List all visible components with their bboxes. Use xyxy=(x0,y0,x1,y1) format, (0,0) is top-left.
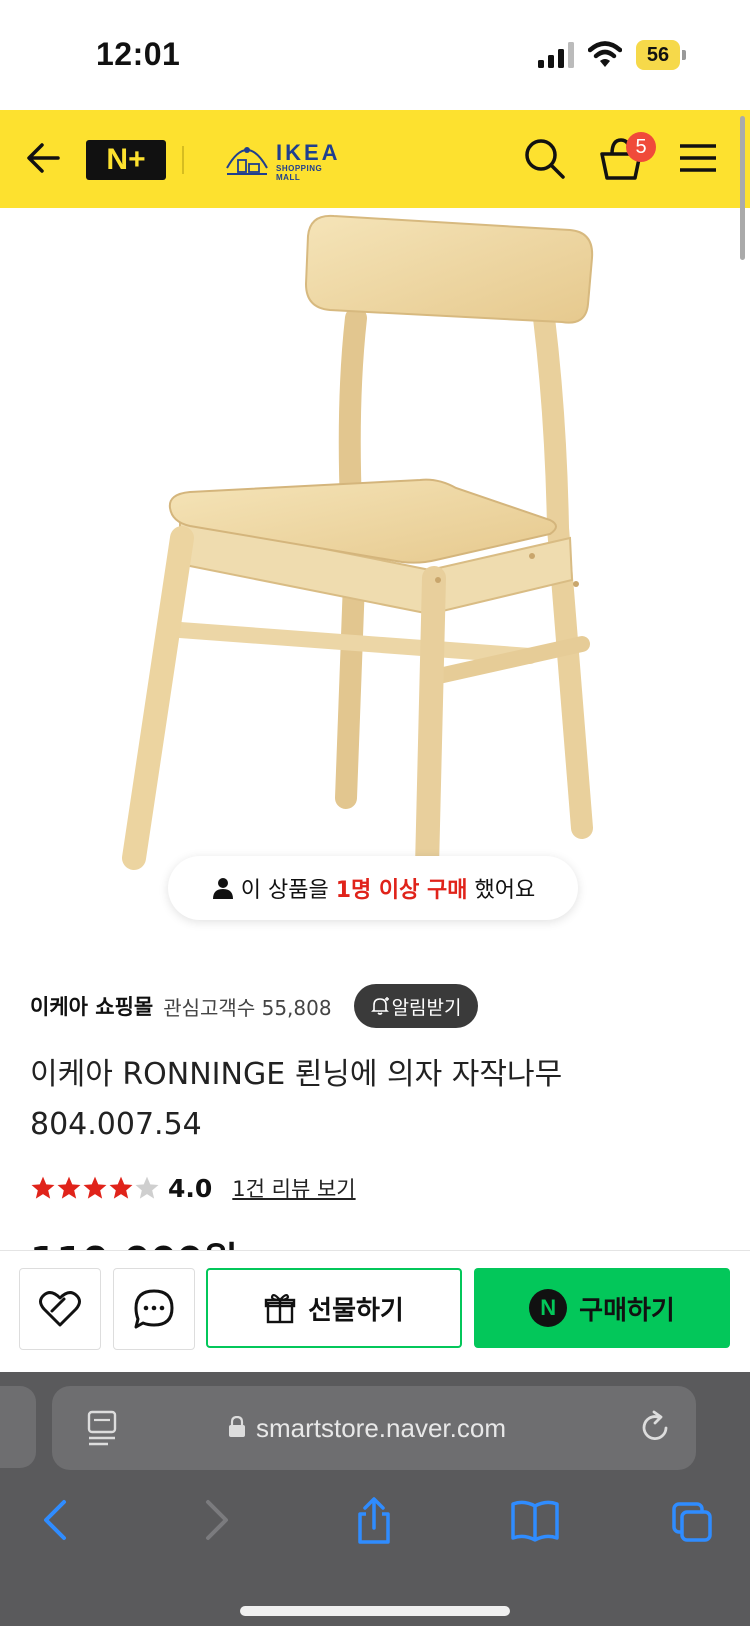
browser-toolbar: smartstore.naver.com xyxy=(0,1372,750,1626)
reader-page-icon[interactable] xyxy=(86,1410,118,1446)
star-icon xyxy=(57,1176,81,1199)
store-followers: 관심고객수 55,808 xyxy=(163,995,332,1020)
person-icon xyxy=(212,878,233,899)
search-icon[interactable] xyxy=(522,136,566,180)
price-text: 119,000원 xyxy=(30,1232,430,1250)
product-image[interactable] xyxy=(120,208,640,928)
back-arrow-icon[interactable] xyxy=(24,138,64,178)
tabs-icon[interactable] xyxy=(670,1496,714,1544)
lock-icon xyxy=(229,1416,245,1437)
product-title-line2: 804.007.54 xyxy=(30,1107,202,1142)
notify-label: 알림받기 xyxy=(391,996,462,1019)
battery-level: 56 xyxy=(636,40,680,70)
rating-stars xyxy=(30,1175,160,1201)
home-indicator xyxy=(240,1606,510,1616)
share-icon[interactable] xyxy=(352,1496,396,1544)
chat-bubble-icon xyxy=(134,1289,174,1329)
gift-icon xyxy=(264,1293,296,1324)
bookmarks-icon[interactable] xyxy=(510,1496,560,1544)
url-text: smartstore.naver.com xyxy=(256,1413,506,1443)
store-logo-word: IKEA xyxy=(276,140,341,165)
review-link[interactable]: 1건 리뷰 보기 xyxy=(232,1173,355,1203)
notify-button[interactable]: 알림받기 xyxy=(353,984,478,1028)
store-logo-subtitle: SHOPPING MALL xyxy=(276,164,323,182)
gift-button[interactable]: 선물하기 xyxy=(206,1268,462,1348)
talk-button[interactable] xyxy=(113,1268,195,1350)
address-bar[interactable]: smartstore.naver.com xyxy=(52,1386,696,1470)
ikea-store-logo[interactable]: IKEA SHOPPING MALL xyxy=(224,140,344,182)
reload-icon[interactable] xyxy=(638,1410,672,1444)
status-time: 12:01 xyxy=(96,36,181,72)
store-info-row: 이케아 쇼핑몰 관심고객수 55,808 알림받기 xyxy=(30,984,730,1028)
rating-value: 4.0 xyxy=(168,1173,213,1203)
store-name[interactable]: 이케아 쇼핑몰 xyxy=(30,991,153,1021)
buy-label: 구매하기 xyxy=(579,1295,675,1326)
star-icon xyxy=(135,1176,159,1199)
cellular-signal-icon xyxy=(538,42,574,68)
store-logo-icon xyxy=(226,147,268,175)
cart-count-badge: 5 xyxy=(626,132,656,162)
scroll-indicator xyxy=(740,116,745,260)
browser-back-icon[interactable] xyxy=(34,1496,78,1544)
header-divider xyxy=(182,146,184,174)
rating-row: 4.0 1건 리뷰 보기 xyxy=(30,1168,356,1208)
gift-label: 선물하기 xyxy=(308,1295,404,1326)
notice-text-highlight: 1명 이상 구매 xyxy=(335,878,468,903)
star-icon xyxy=(31,1176,55,1199)
notice-text-post: 했어요 xyxy=(467,878,536,903)
purchase-action-bar: 선물하기 N 구매하기 xyxy=(0,1250,750,1373)
star-icon xyxy=(83,1176,107,1199)
naver-plus-logo-text: N+ xyxy=(106,143,146,176)
naver-plus-logo[interactable]: N+ xyxy=(86,140,166,180)
heart-icon xyxy=(39,1291,81,1327)
battery-icon: 56 xyxy=(636,40,686,70)
previous-tab[interactable] xyxy=(0,1386,36,1468)
browser-forward-icon[interactable] xyxy=(194,1496,238,1544)
wishlist-button[interactable] xyxy=(19,1268,101,1350)
product-title: 이케아 RONNINGE 뢴닝에 의자 자작나무 804.007.54 xyxy=(30,1050,710,1150)
status-bar: 12:01 56 xyxy=(0,0,750,110)
naver-pay-badge: N xyxy=(529,1289,568,1327)
purchase-count-notice: 이 상품을 1명 이상 구매 했어요 xyxy=(168,856,578,920)
bell-plus-icon xyxy=(370,997,389,1015)
app-header: N+ IKEA SHOPPING MALL 5 xyxy=(0,110,750,208)
product-title-line1: 이케아 RONNINGE 뢴닝에 의자 자작나무 xyxy=(30,1057,563,1092)
hamburger-menu-icon[interactable] xyxy=(678,138,718,178)
star-icon xyxy=(109,1176,133,1199)
wifi-icon xyxy=(588,41,622,67)
price-partial: 119,000원 xyxy=(30,1232,430,1250)
notice-text-pre: 이 상품을 xyxy=(240,878,336,903)
buy-button[interactable]: N 구매하기 xyxy=(474,1268,730,1348)
